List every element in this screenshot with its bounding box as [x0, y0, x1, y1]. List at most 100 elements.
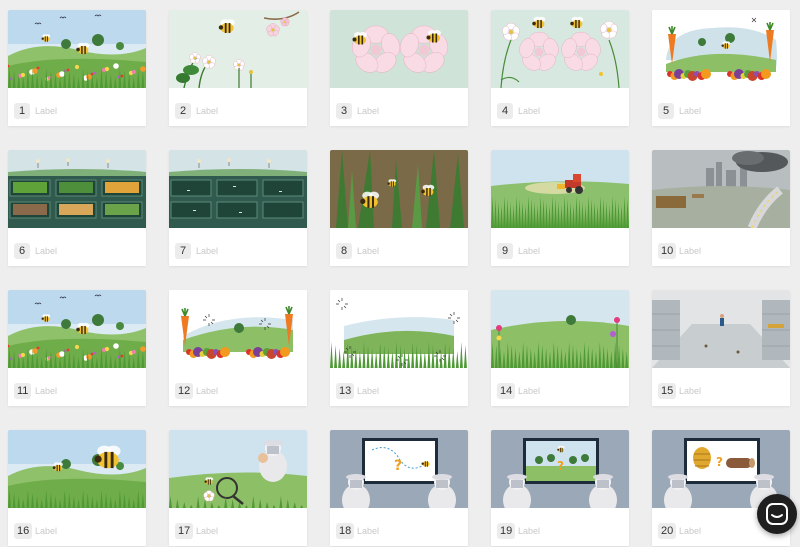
storyboard-card[interactable]: 13 Label	[330, 290, 468, 406]
card-thumbnail-screen-trees-question[interactable]: ?	[491, 430, 629, 508]
card-caption: 5 Label	[652, 94, 790, 126]
svg-text:?: ?	[716, 455, 723, 469]
card-number-badge: 9	[497, 243, 513, 259]
card-number-badge: 7	[175, 243, 191, 259]
card-thumbnail-grass-closeup-bees[interactable]	[330, 150, 468, 228]
card-number-badge: 11	[14, 383, 32, 399]
card-label[interactable]: Label	[35, 384, 57, 398]
storyboard-card[interactable]: 7 Label	[169, 150, 307, 266]
card-thumbnail-empty-store[interactable]	[652, 290, 790, 368]
card-thumbnail-tractor-field[interactable]	[491, 150, 629, 228]
card-caption: 15 Label	[652, 374, 790, 406]
svg-text:?: ?	[394, 458, 402, 474]
card-label[interactable]: Label	[35, 524, 57, 538]
card-caption: 13 Label	[330, 374, 468, 406]
storyboard-card[interactable]: 8 Label	[330, 150, 468, 266]
storyboard-card[interactable]: ? 18 Label	[330, 430, 468, 546]
storyboard-card[interactable]: 10 Label	[652, 150, 790, 266]
card-thumbnail-market-crates-empty[interactable]	[169, 150, 307, 228]
scene-illustration	[8, 290, 146, 368]
card-caption: 11 Label	[8, 374, 146, 406]
card-label[interactable]: Label	[196, 524, 218, 538]
scene-illustration	[169, 430, 307, 508]
card-thumbnail-polluted-city[interactable]	[652, 150, 790, 228]
card-label[interactable]: Label	[679, 104, 701, 118]
card-caption: 18 Label	[330, 514, 468, 546]
card-thumbnail-screen-question-path[interactable]: ?	[330, 430, 468, 508]
scene-illustration	[491, 150, 629, 228]
storyboard-grid: 1 Label 2 Label 3 Label 4 Label 5 Label …	[0, 0, 800, 547]
card-caption: 19 Label	[491, 514, 629, 546]
storyboard-card[interactable]: 17 Label	[169, 430, 307, 546]
card-label[interactable]: Label	[196, 104, 218, 118]
card-number-badge: 3	[336, 103, 352, 119]
card-thumbnail-hill-flowers-sides[interactable]	[491, 290, 629, 368]
card-label[interactable]: Label	[196, 384, 218, 398]
card-label[interactable]: Label	[196, 244, 218, 258]
storyboard-card[interactable]: 5 Label	[652, 10, 790, 126]
card-label[interactable]: Label	[518, 384, 540, 398]
storyboard-card[interactable]: 3 Label	[330, 10, 468, 126]
scene-illustration	[652, 290, 790, 368]
card-caption: 4 Label	[491, 94, 629, 126]
card-thumbnail-blossom-bee[interactable]	[169, 10, 307, 88]
card-thumbnail-vegetables-hill[interactable]	[652, 10, 790, 88]
scene-illustration	[330, 10, 468, 88]
storyboard-card[interactable]: 1 Label	[8, 10, 146, 126]
scene-illustration	[169, 290, 307, 368]
storyboard-card[interactable]: 9 Label	[491, 150, 629, 266]
card-label[interactable]: Label	[357, 244, 379, 258]
card-thumbnail-vegetables-hill-sparkles[interactable]	[169, 290, 307, 368]
storyboard-card[interactable]: 15 Label	[652, 290, 790, 406]
card-thumbnail-flowers-bees-white[interactable]	[491, 10, 629, 88]
card-thumbnail-pink-flowers-bees[interactable]	[330, 10, 468, 88]
card-number-badge: 19	[497, 523, 516, 539]
card-label[interactable]: Label	[679, 244, 701, 258]
card-thumbnail-hill-bees[interactable]	[8, 430, 146, 508]
storyboard-card[interactable]: ? 19 Label	[491, 430, 629, 546]
card-thumbnail-meadow-flowers-bees[interactable]	[8, 10, 146, 88]
storyboard-card[interactable]: 16 Label	[8, 430, 146, 546]
card-label[interactable]: Label	[518, 244, 540, 258]
storyboard-card[interactable]: 12 Label	[169, 290, 307, 406]
card-thumbnail-empty-hill-sparkles[interactable]	[330, 290, 468, 368]
card-thumbnail-beekeeper-magnifier[interactable]	[169, 430, 307, 508]
card-label[interactable]: Label	[35, 244, 57, 258]
card-caption: 14 Label	[491, 374, 629, 406]
chat-launcher-button[interactable]	[757, 494, 797, 534]
card-number-badge: 4	[497, 103, 513, 119]
scene-illustration	[8, 430, 146, 508]
card-number-badge: 8	[336, 243, 352, 259]
card-number-badge: 16	[14, 523, 33, 539]
scene-illustration	[8, 10, 146, 88]
storyboard-card[interactable]: 11 Label	[8, 290, 146, 406]
card-label[interactable]: Label	[518, 104, 540, 118]
card-caption: 6 Label	[8, 234, 146, 266]
card-number-badge: 1	[14, 103, 30, 119]
scene-illustration	[330, 150, 468, 228]
card-number-badge: 6	[14, 243, 30, 259]
card-label[interactable]: Label	[357, 384, 379, 398]
scene-illustration	[330, 290, 468, 368]
svg-text:?: ?	[557, 459, 564, 473]
storyboard-card[interactable]: 2 Label	[169, 10, 307, 126]
storyboard-card[interactable]: 6 Label	[8, 150, 146, 266]
card-label[interactable]: Label	[35, 104, 57, 118]
card-thumbnail-market-crates-full[interactable]	[8, 150, 146, 228]
chat-icon	[766, 503, 788, 525]
scene-illustration	[652, 150, 790, 228]
card-number-badge: 20	[658, 523, 677, 539]
card-label[interactable]: Label	[679, 524, 701, 538]
card-caption: 2 Label	[169, 94, 307, 126]
scene-illustration: ?	[491, 430, 629, 508]
card-caption: 17 Label	[169, 514, 307, 546]
card-label[interactable]: Label	[518, 524, 540, 538]
scene-illustration: ?	[330, 430, 468, 508]
card-label[interactable]: Label	[357, 104, 379, 118]
storyboard-card[interactable]: 14 Label	[491, 290, 629, 406]
card-thumbnail-meadow-flowers-bees[interactable]	[8, 290, 146, 368]
scene-illustration	[491, 290, 629, 368]
card-label[interactable]: Label	[679, 384, 701, 398]
card-label[interactable]: Label	[357, 524, 379, 538]
storyboard-card[interactable]: 4 Label	[491, 10, 629, 126]
